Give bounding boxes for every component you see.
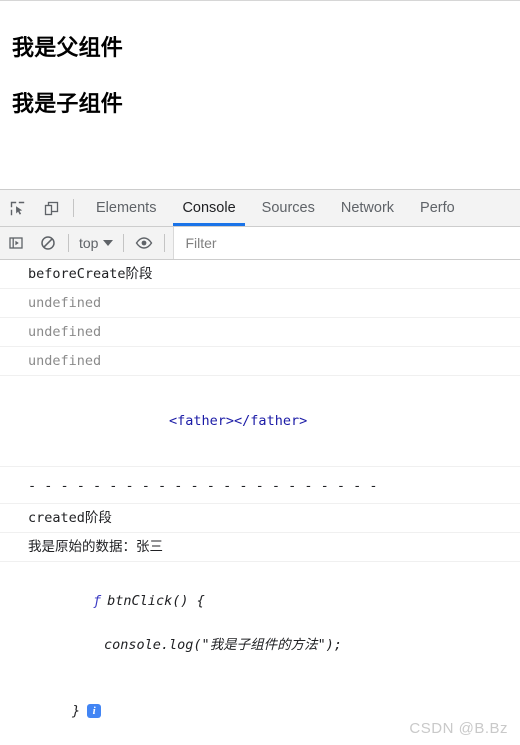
function-close-text: } — [72, 703, 81, 719]
page-heading-parent: 我是父组件 — [12, 35, 124, 60]
console-row: - - - - - - - - - - - - - - - - - - - - … — [0, 467, 520, 504]
function-signature: btnClick() { — [107, 593, 205, 609]
page-heading-child: 我是子组件 — [12, 91, 124, 116]
console-sidebar-icon[interactable] — [0, 227, 32, 259]
tab-network[interactable]: Network — [328, 190, 407, 226]
console-message-list[interactable]: beforeCreate阶段 undefined undefined undef… — [0, 260, 520, 745]
console-row-function[interactable]: ƒ btnClick() { console.log("我是子组件的方法"); }… — [0, 562, 520, 745]
tab-performance[interactable]: Perfo — [407, 190, 468, 226]
browser-window: 我是父组件 我是子组件 Elements Console Sources Net… — [0, 0, 520, 745]
function-body: console.log("我是子组件的方法"); — [104, 637, 343, 653]
filter-input[interactable] — [185, 235, 520, 251]
tab-console[interactable]: Console — [169, 190, 248, 226]
devtools-tab-list: Elements Console Sources Network Perfo — [83, 190, 468, 226]
console-filter-field[interactable] — [173, 227, 520, 259]
tab-sources[interactable]: Sources — [249, 190, 328, 226]
console-row: undefined — [0, 318, 520, 347]
console-row[interactable]: <father></father> — [0, 376, 520, 467]
console-row: undefined — [0, 289, 520, 318]
live-expression-eye-icon[interactable] — [128, 227, 160, 259]
page-viewport: 我是父组件 我是子组件 — [0, 1, 520, 189]
console-toolbar: top — [0, 227, 520, 260]
console-row: beforeCreate阶段 — [0, 260, 520, 289]
console-toolbar-divider-2 — [123, 234, 125, 252]
console-row: created阶段 — [0, 504, 520, 533]
dom-node-value: <father></father> — [169, 413, 308, 429]
tab-elements[interactable]: Elements — [83, 190, 169, 226]
function-sigil: ƒ — [93, 593, 102, 609]
console-toolbar-divider-1 — [68, 234, 69, 252]
devtools-tabbar: Elements Console Sources Network Perfo — [0, 190, 520, 227]
console-row: undefined — [0, 347, 520, 376]
console-context-label: top — [79, 235, 99, 251]
devtools-panel: Elements Console Sources Network Perfo t… — [0, 189, 520, 745]
chevron-down-icon — [103, 240, 114, 246]
console-toolbar-divider-3 — [164, 234, 166, 252]
info-icon[interactable]: i — [87, 704, 102, 718]
clear-console-icon[interactable] — [32, 227, 64, 259]
console-context-selector[interactable]: top — [73, 227, 119, 259]
tabbar-divider — [73, 199, 74, 217]
console-row: 我是原始的数据：张三 — [0, 533, 520, 562]
inspect-element-icon[interactable] — [0, 190, 34, 226]
device-toolbar-icon[interactable] — [34, 190, 68, 226]
function-close-brace: } i — [28, 700, 512, 722]
